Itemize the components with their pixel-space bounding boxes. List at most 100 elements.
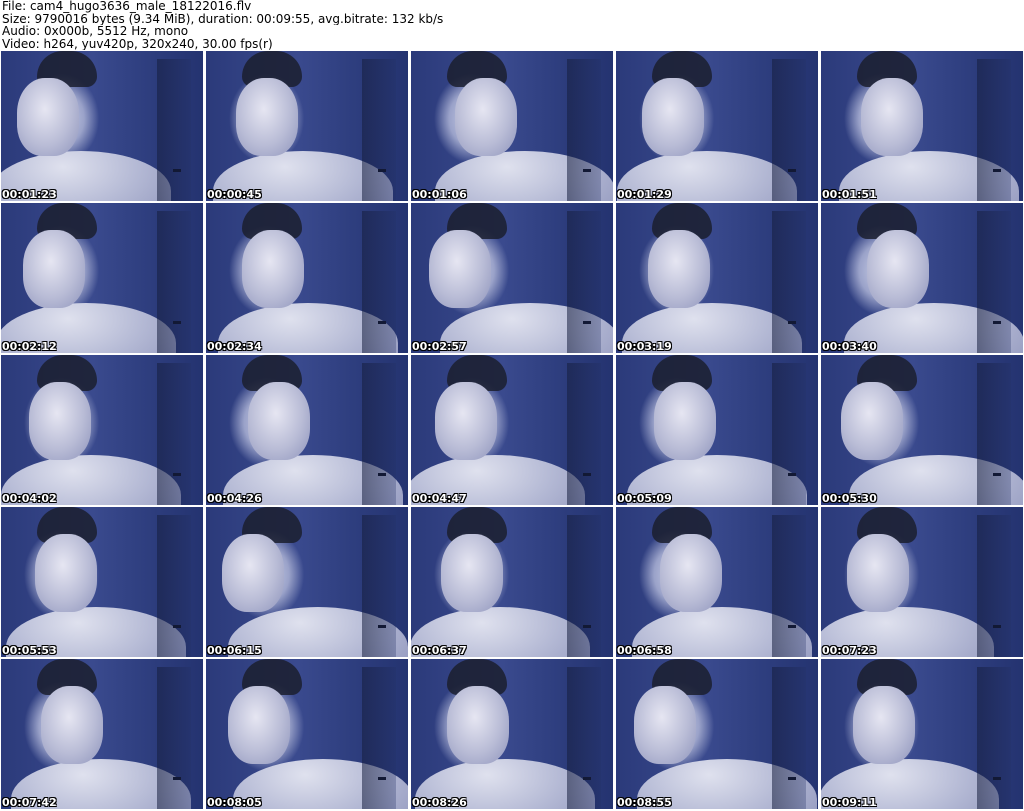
thumbnail-image-face: [242, 230, 305, 308]
video-thumbnail: 00:01:06: [411, 51, 613, 201]
thumbnail-image-face: [248, 382, 311, 460]
video-thumbnail: 00:00:45: [206, 51, 408, 201]
video-thumbnail: 00:04:47: [411, 355, 613, 505]
video-thumbnail: 00:08:05: [206, 659, 408, 809]
door-handle: [993, 321, 1001, 324]
thumbnail-timestamp: 00:01:51: [822, 188, 877, 201]
thumbnail-timestamp: 00:07:23: [822, 644, 877, 657]
video-thumbnail: 00:05:53: [1, 507, 203, 657]
thumbnail-image-face: [447, 686, 510, 764]
door-handle: [378, 777, 386, 780]
thumbnail-timestamp: 00:06:15: [207, 644, 262, 657]
thumbnail-grid: 00:01:23 00:00:45 00:01:06 00:01:29 00:01:51…: [1, 51, 1023, 811]
thumbnail-timestamp: 00:04:26: [207, 492, 262, 505]
thumbnail-timestamp: 00:04:47: [412, 492, 467, 505]
door-handle: [378, 169, 386, 172]
thumbnail-image-face: [435, 382, 498, 460]
thumbnail-timestamp: 00:04:02: [2, 492, 57, 505]
thumbnail-timestamp: 00:01:06: [412, 188, 467, 201]
thumbnail-image-face: [867, 230, 930, 308]
thumbnail-image-face: [455, 78, 518, 156]
video-thumbnail: 00:02:57: [411, 203, 613, 353]
file-name-line: File: cam4_hugo3636_male_18122016.flv: [2, 0, 252, 13]
door-handle: [173, 777, 181, 780]
door-handle: [378, 321, 386, 324]
thumbnail-timestamp: 00:08:55: [617, 796, 672, 809]
door-handle: [173, 169, 181, 172]
thumbnail-timestamp: 00:02:57: [412, 340, 467, 353]
file-size-line: Size: 9790016 bytes (9.34 MiB), duration…: [2, 12, 444, 25]
thumbnail-image-face: [634, 686, 697, 764]
thumbnail-timestamp: 00:09:11: [822, 796, 877, 809]
thumbnail-image-face: [853, 686, 916, 764]
thumbnail-image-face: [660, 534, 723, 612]
thumbnail-image-face: [861, 78, 924, 156]
thumbnail-image-face: [17, 78, 80, 156]
door-handle: [993, 777, 1001, 780]
thumbnail-timestamp: 00:03:19: [617, 340, 672, 353]
video-thumbnail: 00:06:37: [411, 507, 613, 657]
video-thumbnail: 00:05:09: [616, 355, 818, 505]
door-handle: [993, 625, 1001, 628]
video-thumbnail: 00:06:15: [206, 507, 408, 657]
thumbnail-image-face: [847, 534, 910, 612]
thumbnail-image-face: [222, 534, 285, 612]
thumbnail-timestamp: 00:07:42: [2, 796, 57, 809]
thumbnail-timestamp: 00:02:34: [207, 340, 262, 353]
thumbnail-image-face: [654, 382, 717, 460]
door-handle: [173, 625, 181, 628]
video-thumbnail: 00:01:29: [616, 51, 818, 201]
thumbnail-image-face: [429, 230, 492, 308]
video-thumbnail: 00:08:55: [616, 659, 818, 809]
door-handle: [993, 169, 1001, 172]
thumbnail-timestamp: 00:03:40: [822, 340, 877, 353]
thumbnail-image-face: [648, 230, 711, 308]
video-thumbnail: 00:03:19: [616, 203, 818, 353]
audio-info-line: Audio: 0x000b, 5512 Hz, mono: [2, 25, 189, 38]
thumbnail-image-face: [35, 534, 98, 612]
video-thumbnail: 00:06:58: [616, 507, 818, 657]
door-handle: [378, 625, 386, 628]
thumbnail-timestamp: 00:00:45: [207, 188, 262, 201]
door-handle: [583, 321, 591, 324]
thumbnail-timestamp: 00:01:23: [2, 188, 57, 201]
thumbnail-image-face: [236, 78, 299, 156]
thumbnail-timestamp: 00:05:53: [2, 644, 57, 657]
video-thumbnail: 00:01:51: [821, 51, 1023, 201]
video-thumbnail: 00:08:26: [411, 659, 613, 809]
thumbnail-timestamp: 00:06:58: [617, 644, 672, 657]
video-info-header: File: cam4_hugo3636_male_18122016.flv Si…: [2, 0, 1022, 50]
thumbnail-timestamp: 00:05:30: [822, 492, 877, 505]
door-handle: [788, 321, 796, 324]
door-handle: [993, 473, 1001, 476]
door-handle: [788, 625, 796, 628]
video-thumbnail: 00:04:26: [206, 355, 408, 505]
thumbnail-image-face: [41, 686, 104, 764]
door-handle: [173, 473, 181, 476]
door-handle: [583, 169, 591, 172]
video-thumbnail: 00:04:02: [1, 355, 203, 505]
thumbnail-timestamp: 00:08:26: [412, 796, 467, 809]
video-thumbnail: 00:03:40: [821, 203, 1023, 353]
thumbnail-timestamp: 00:01:29: [617, 188, 672, 201]
thumbnail-image-face: [441, 534, 504, 612]
door-handle: [173, 321, 181, 324]
thumbnail-image-face: [23, 230, 86, 308]
video-thumbnail: 00:09:11: [821, 659, 1023, 809]
door-handle: [788, 169, 796, 172]
door-handle: [583, 777, 591, 780]
video-thumbnail: 00:07:42: [1, 659, 203, 809]
thumbnail-timestamp: 00:02:12: [2, 340, 57, 353]
video-thumbnail: 00:07:23: [821, 507, 1023, 657]
door-handle: [788, 777, 796, 780]
video-thumbnail: 00:02:12: [1, 203, 203, 353]
thumbnail-timestamp: 00:05:09: [617, 492, 672, 505]
thumbnail-image-face: [29, 382, 92, 460]
door-handle: [583, 473, 591, 476]
thumbnail-image-face: [642, 78, 705, 156]
thumbnail-timestamp: 00:06:37: [412, 644, 467, 657]
thumbnail-image-face: [228, 686, 291, 764]
video-thumbnail: 00:05:30: [821, 355, 1023, 505]
thumbnail-timestamp: 00:08:05: [207, 796, 262, 809]
door-handle: [583, 625, 591, 628]
